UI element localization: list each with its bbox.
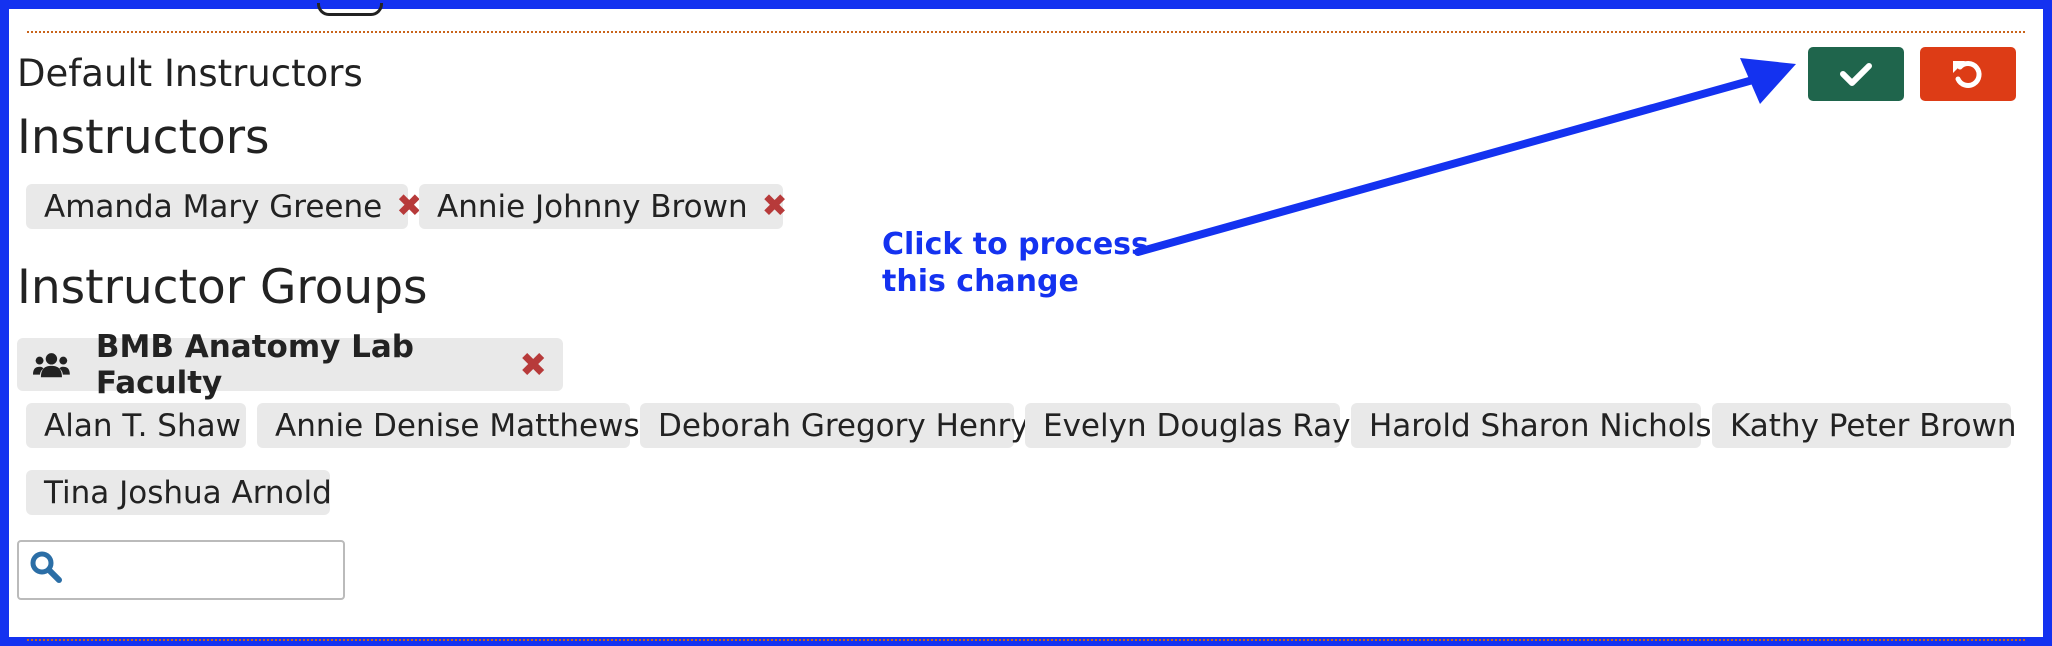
annotation-arrow <box>1134 58 1796 256</box>
